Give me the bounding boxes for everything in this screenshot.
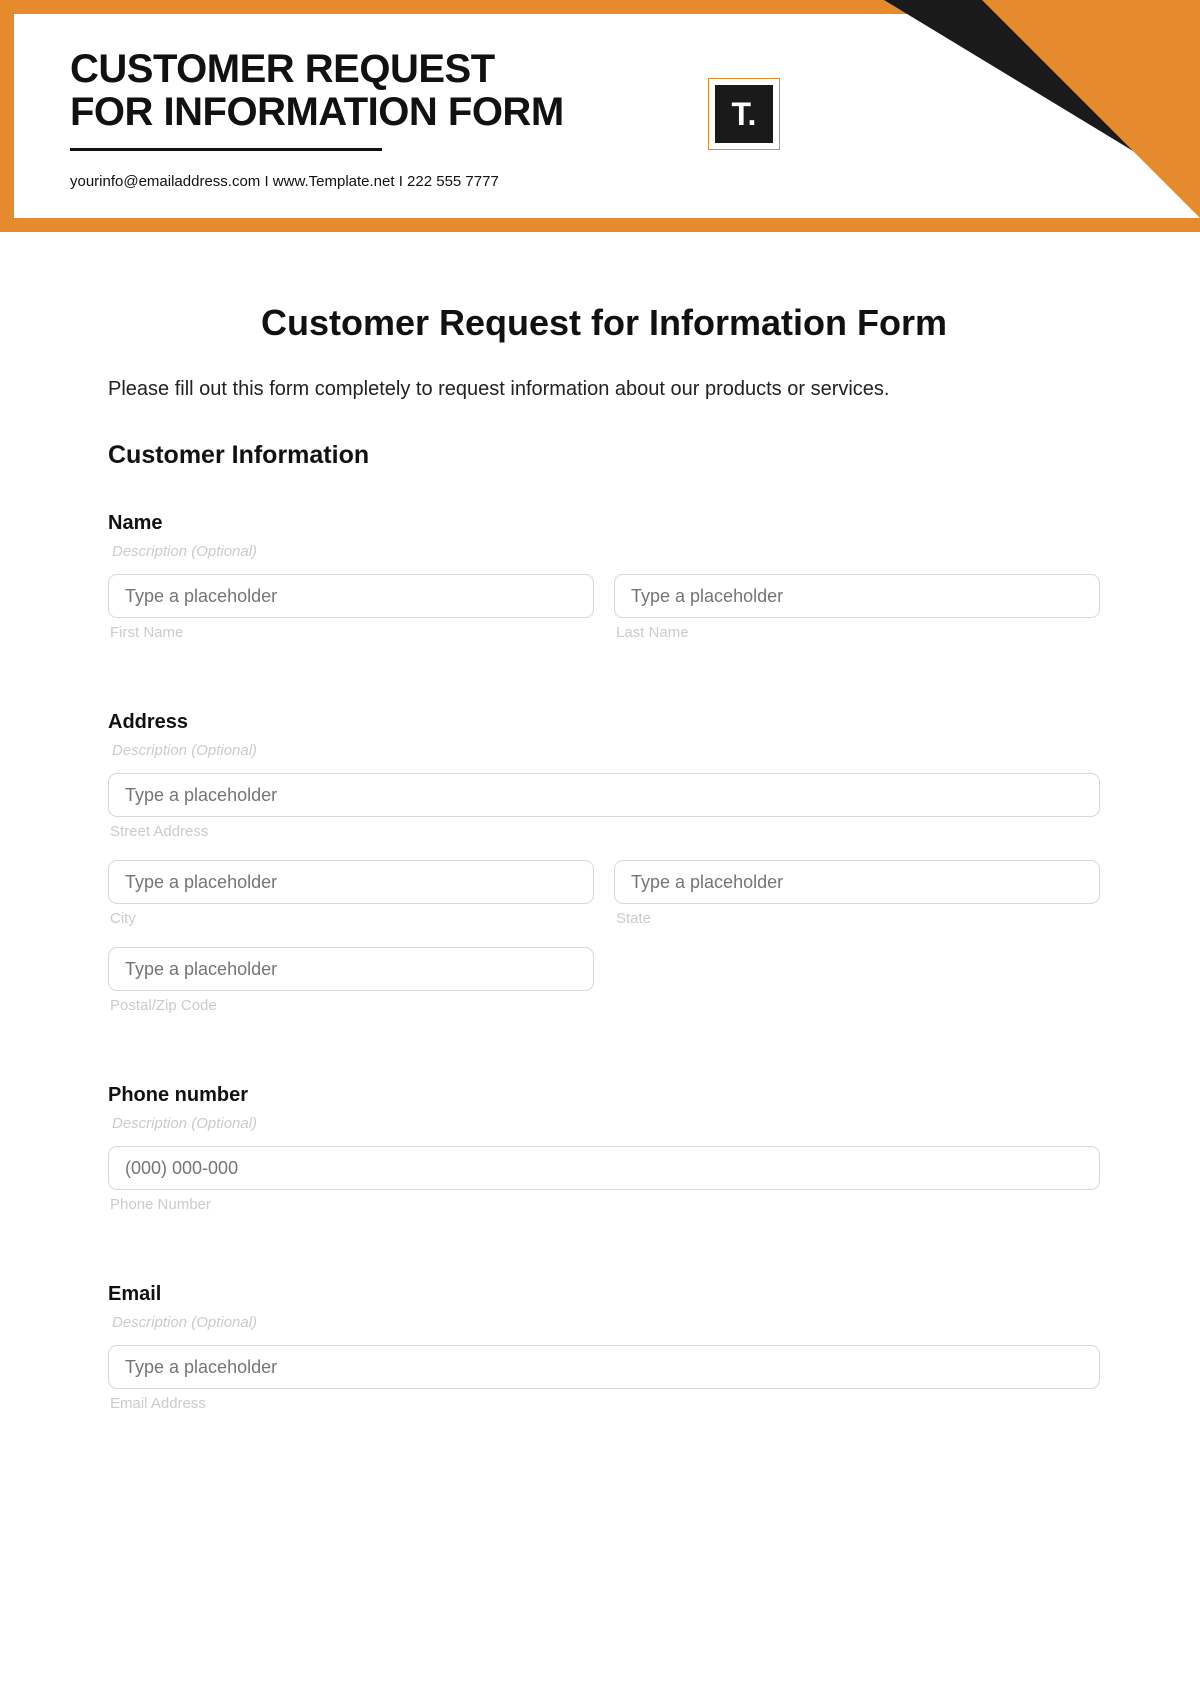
header-banner: CUSTOMER REQUEST FOR INFORMATION FORM yo…	[0, 0, 1200, 232]
banner-title-line1: CUSTOMER REQUEST	[70, 48, 1200, 91]
field-group-address: Address Description (Optional) Street Ad…	[108, 711, 1100, 1028]
state-input[interactable]	[614, 860, 1100, 904]
field-group-phone: Phone number Description (Optional) Phon…	[108, 1084, 1100, 1227]
logo-text: T.	[715, 85, 773, 143]
form-title: Customer Request for Information Form	[108, 302, 1100, 344]
field-group-email: Email Description (Optional) Email Addre…	[108, 1283, 1100, 1426]
form-body: Customer Request for Information Form Pl…	[0, 232, 1200, 1426]
sublabel-street: Street Address	[110, 823, 1100, 840]
logo: T.	[708, 78, 780, 150]
sublabel-postal: Postal/Zip Code	[110, 997, 594, 1014]
city-input[interactable]	[108, 860, 594, 904]
last-name-input[interactable]	[614, 574, 1100, 618]
banner-title-line2: FOR INFORMATION FORM	[70, 91, 1200, 134]
sublabel-phone: Phone Number	[110, 1196, 1100, 1213]
label-address: Address	[108, 711, 1100, 734]
sublabel-first-name: First Name	[110, 624, 594, 641]
section-customer-info: Customer Information	[108, 441, 1100, 470]
desc-hint-email: Description (Optional)	[112, 1314, 1100, 1331]
sublabel-city: City	[110, 910, 594, 927]
email-input[interactable]	[108, 1345, 1100, 1389]
sublabel-email: Email Address	[110, 1395, 1100, 1412]
desc-hint-name: Description (Optional)	[112, 543, 1100, 560]
phone-input[interactable]	[108, 1146, 1100, 1190]
label-phone: Phone number	[108, 1084, 1100, 1107]
label-name: Name	[108, 512, 1100, 535]
label-email: Email	[108, 1283, 1100, 1306]
first-name-input[interactable]	[108, 574, 594, 618]
sublabel-state: State	[616, 910, 1100, 927]
desc-hint-phone: Description (Optional)	[112, 1115, 1100, 1132]
desc-hint-address: Description (Optional)	[112, 742, 1100, 759]
postal-input[interactable]	[108, 947, 594, 991]
contact-line: yourinfo@emailaddress.com I www.Template…	[70, 173, 1200, 190]
form-intro: Please fill out this form completely to …	[108, 378, 1100, 401]
sublabel-last-name: Last Name	[616, 624, 1100, 641]
street-address-input[interactable]	[108, 773, 1100, 817]
field-group-name: Name Description (Optional) First Name L…	[108, 512, 1100, 655]
title-underline	[70, 148, 382, 151]
